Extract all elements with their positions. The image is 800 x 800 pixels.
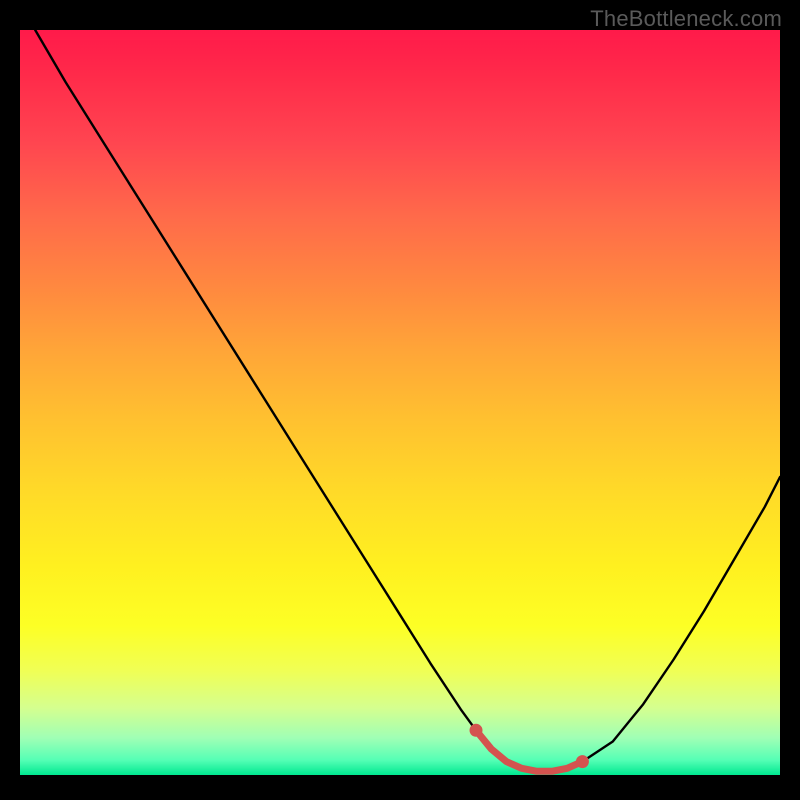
- bottleneck-curve: [35, 30, 780, 771]
- marker-dot: [576, 755, 589, 768]
- watermark-text: TheBottleneck.com: [590, 6, 782, 32]
- optimal-range-line: [476, 730, 582, 771]
- plot-area: [20, 30, 780, 775]
- chart-container: TheBottleneck.com: [0, 0, 800, 800]
- curve-svg: [20, 30, 780, 775]
- marker-dot: [470, 724, 483, 737]
